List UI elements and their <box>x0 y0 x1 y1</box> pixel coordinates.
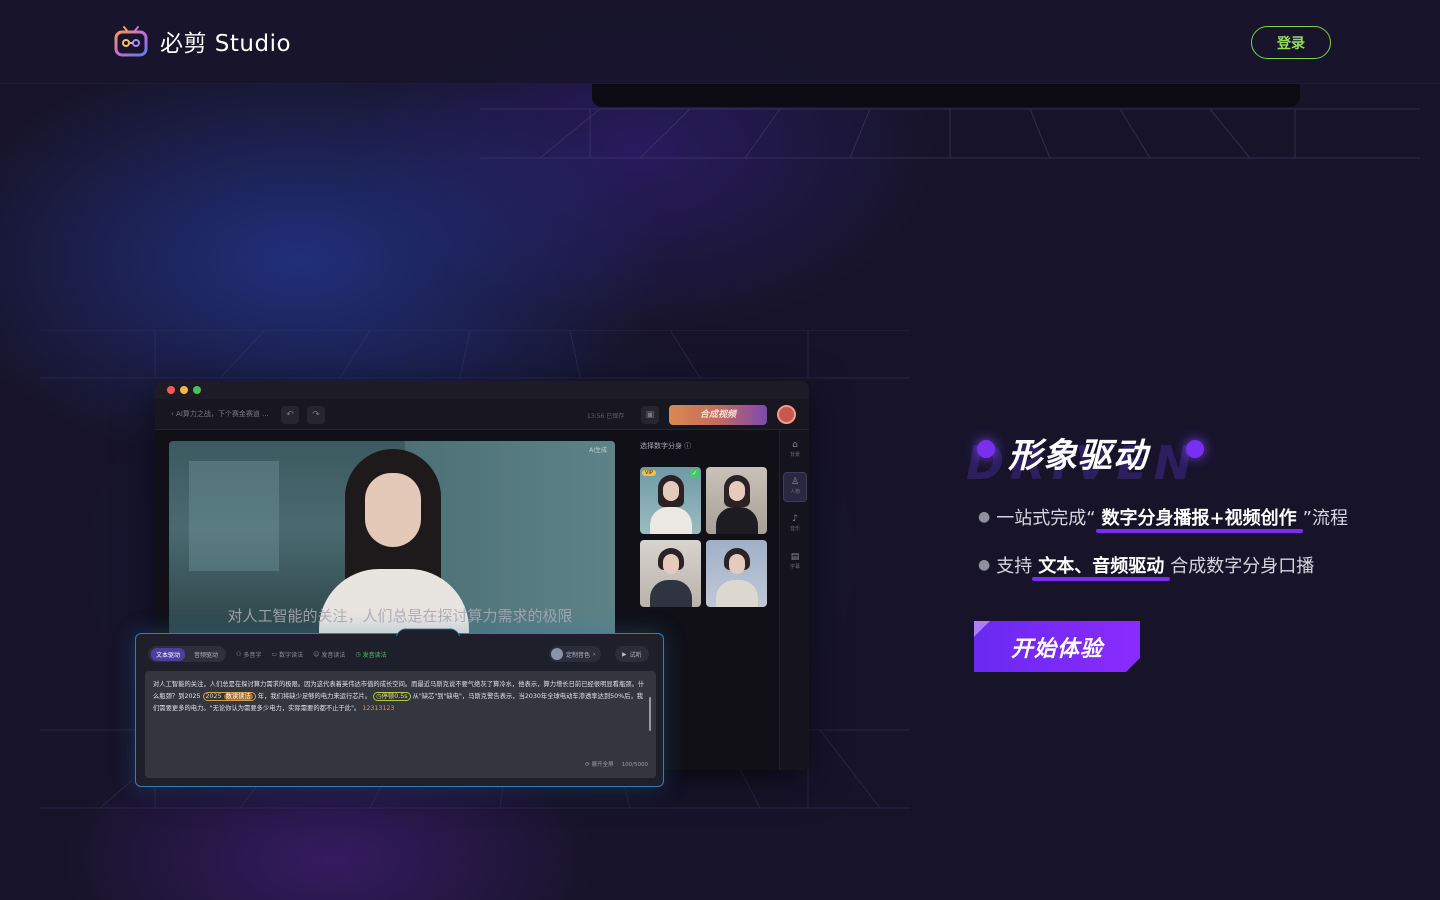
undo-icon[interactable]: ↶ <box>281 406 299 424</box>
avatar-thumb-face <box>663 481 679 501</box>
number-reading-tool[interactable]: ▭ 数字读法 <box>271 650 303 659</box>
login-button[interactable]: 登录 <box>1251 26 1331 59</box>
vip-badge: VIP <box>642 470 656 476</box>
script-editor-panel: 文本驱动 音频驱动 ⚇ 多音字 ▭ 数字读法 ☺ 发音读法 ◷ 发音读法 定制音色 › … <box>135 628 664 787</box>
voice-selector[interactable]: 定制音色 › <box>549 646 602 662</box>
editor-notch <box>395 628 461 637</box>
tab-text-drive[interactable]: 文本驱动 <box>151 647 186 661</box>
avatar-thumb-face <box>663 554 679 574</box>
brand-name: 必剪 Studio <box>160 31 292 57</box>
avatar-face <box>365 473 421 547</box>
avatar-thumb-body <box>716 507 758 534</box>
highlight-text: 文本、音频驱动 <box>1032 552 1171 581</box>
number-reading-tag[interactable]: 2025 数读读法 <box>202 692 256 701</box>
feature-right-dot-icon <box>1186 440 1204 458</box>
drive-mode-tabs: 文本驱动 音频驱动 <box>148 646 227 662</box>
avatar-thumb-body <box>650 580 692 607</box>
brand-logo[interactable]: 必剪 Studio <box>114 24 291 58</box>
window-titlebar <box>155 381 809 399</box>
export-icon[interactable]: ▣ <box>641 406 659 424</box>
voice-avatar <box>551 648 563 660</box>
editor-footer: ⟳ 展开全屏 100/5000 <box>585 759 648 771</box>
right-tool-rail: ⌂ 背景 ♙ 人物 ♪ 音乐 ▤ 字幕 <box>779 430 809 770</box>
user-avatar[interactable] <box>777 405 796 424</box>
preview-listen-button[interactable]: ▶ 试听 <box>615 646 649 662</box>
close-dot-icon <box>167 386 175 394</box>
preview-window <box>189 461 279 571</box>
avatar-thumb-body <box>650 507 692 534</box>
start-experience-button[interactable]: 开始体验 <box>974 621 1140 672</box>
top-preview-panel-edge <box>592 80 1300 107</box>
pronunciation-icon: ☺ <box>313 650 320 658</box>
pause-tag[interactable]: ◷停顿0.5s <box>373 692 411 701</box>
minimize-dot-icon <box>180 386 188 394</box>
avatar-thumb-2[interactable] <box>706 467 767 534</box>
highlighted-number: 12313123 <box>362 705 395 712</box>
selected-check-icon: ✓ <box>690 469 699 478</box>
polyphone-tool[interactable]: ⚇ 多音字 <box>236 650 261 659</box>
app-toolbar: ‹ AI算力之战，下个赛金赛道 ... ↶ ↷ 13:56 已保存 ▣ 合成视频 <box>155 399 809 430</box>
choose-avatar-title: 选择数字分身 ⓘ <box>640 442 692 450</box>
text-scrollbar[interactable] <box>649 697 651 731</box>
saved-status: 13:56 已保存 <box>587 413 625 420</box>
script-text-area[interactable]: 对人工智能的关注，人们总是在探讨算力需求的极限。因为这代表着英伟达市值的成长空间… <box>145 671 656 778</box>
tab-audio-drive[interactable]: 音频驱动 <box>189 648 223 661</box>
editor-toolbar: 文本驱动 音频驱动 ⚇ 多音字 ▭ 数字读法 ☺ 发音读法 ◷ 发音读法 <box>148 646 387 662</box>
polyphone-icon: ⚇ <box>236 650 242 658</box>
tv-logo-icon <box>114 26 148 57</box>
avatar-thumb-face <box>729 554 745 574</box>
number-icon: ▭ <box>271 650 278 658</box>
play-icon: ▶ <box>622 650 627 658</box>
highlight-text: 数字分身播报+视频创作 <box>1095 504 1303 533</box>
avatar-thumb-3[interactable] <box>640 540 701 607</box>
avatar-thumb-body <box>716 580 758 607</box>
feature-left-dot-icon <box>977 440 995 458</box>
bullet-dot-icon: ● <box>978 509 991 525</box>
chevron-right-icon: › <box>593 650 596 658</box>
pronunciation-tool[interactable]: ☺ 发音读法 <box>313 650 345 659</box>
bullet-dot-icon: ● <box>978 557 991 573</box>
rail-item-background[interactable]: ⌂ 背景 <box>783 436 807 466</box>
avatar-thumb-face <box>729 481 745 501</box>
rail-item-subtitle[interactable]: ▤ 字幕 <box>783 548 807 578</box>
avatar-thumb-4[interactable] <box>706 540 767 607</box>
pronunciation-tool-active[interactable]: ◷ 发音读法 <box>355 650 386 659</box>
rail-item-music[interactable]: ♪ 音乐 <box>783 510 807 540</box>
compose-video-button[interactable]: 合成视频 <box>669 405 767 425</box>
background-icon: ⌂ <box>792 440 798 450</box>
redo-icon[interactable]: ↷ <box>307 406 325 424</box>
music-icon: ♪ <box>792 514 798 524</box>
feature-bullet-1: ● 一站式完成“ 数字分身播报+视频创作 ”流程 <box>978 504 1348 533</box>
expand-fullscreen-button[interactable]: ⟳ 展开全屏 <box>585 759 613 771</box>
top-header: 必剪 Studio 登录 <box>0 0 1440 84</box>
feature-title: 形象驱动 <box>1008 436 1148 476</box>
back-link[interactable]: ‹ AI算力之战，下个赛金赛道 ... <box>171 409 269 419</box>
feature-bullet-2: ● 支持 文本、音频驱动 合成数字分身口播 <box>978 552 1314 581</box>
video-subtitle: 对人工智能的关注，人们总是在探讨算力需求的极限 <box>227 607 573 625</box>
rail-item-character[interactable]: ♙ 人物 <box>783 472 807 502</box>
person-icon: ♙ <box>790 477 800 487</box>
timer-icon: ◷ <box>355 650 361 658</box>
subtitle-icon: ▤ <box>790 552 800 562</box>
maximize-dot-icon <box>193 386 201 394</box>
avatar-thumb-1[interactable]: VIP ✓ <box>640 467 701 534</box>
project-title: AI算力之战，下个赛金赛道 ... <box>176 410 269 418</box>
ai-generated-tag: AI生成 <box>589 447 607 454</box>
character-counter: 100/5000 <box>621 762 648 768</box>
